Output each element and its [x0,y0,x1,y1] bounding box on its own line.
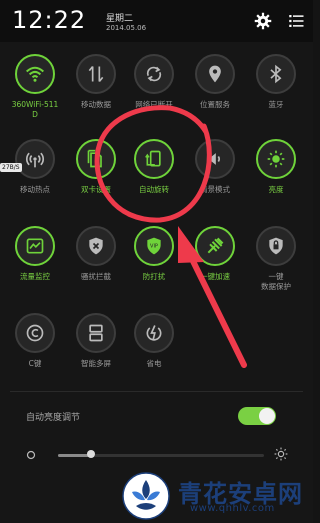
mobile-data-icon [76,54,116,94]
hotspot-icon [15,139,55,179]
toggle-dual-sim[interactable]: 双卡设置 [66,139,126,195]
toggle-multi-screen[interactable]: 智能多屏 [66,313,126,369]
toggle-label: 移动热点 [20,185,50,194]
date-label: 2014.05.06 [106,24,147,32]
toggle-label: 智能多屏 [81,359,111,368]
location-icon [195,54,235,94]
toggle-network[interactable]: 网络已断开 [124,54,184,110]
sound-mode-icon [195,139,235,179]
do-not-disturb-icon: VIP [134,226,174,266]
status-bar: 12:22 星期二 2014.05.06 [0,0,313,42]
auto-rotate-icon [134,139,174,179]
multi-screen-icon [76,313,116,353]
brightness-icon [256,139,296,179]
brightness-low-icon [26,450,36,460]
watermark-url: www.qhhlv.com [190,503,275,514]
toggle-label: 360WiFi-511 D [11,100,59,119]
toggle-label: 移动数据 [81,100,111,109]
toggle-do-not-disturb[interactable]: VIP 防打扰 [124,226,184,282]
toggle-label: 一键 数据保护 [261,272,291,291]
watermark: 青花安卓网 www.qhhlv.com [112,466,313,523]
bluetooth-icon [256,54,296,94]
auto-brightness-label: 自动亮度调节 [26,413,81,423]
toggle-label: 流量监控 [20,272,50,281]
toggle-label: 省电 [146,359,162,368]
toggle-brightness[interactable]: 亮度 [246,139,306,195]
brightness-high-icon [274,447,288,461]
watermark-logo-icon [122,472,170,520]
shield-icon [76,226,116,266]
c-key-icon [15,313,55,353]
list-icon[interactable] [287,12,305,30]
toggle-label: 情景模式 [200,185,230,194]
toggle-label: 自动旋转 [139,185,169,194]
svg-text:VIP: VIP [150,244,158,250]
auto-brightness-switch[interactable] [238,407,276,425]
switch-knob [259,408,275,424]
toggle-label: 防打扰 [142,272,166,281]
toggle-label: 一键加速 [200,272,230,281]
toggle-sound-mode[interactable]: 情景模式 [185,139,245,195]
network-icon [134,54,174,94]
gear-icon[interactable] [254,12,272,30]
weekday-label: 星期二 [106,14,134,24]
toggle-location[interactable]: 位置服务 [185,54,245,110]
toggle-speed-up[interactable]: 一键加速 [185,226,245,282]
divider [10,391,303,392]
toggle-label: 双卡设置 [81,185,111,194]
toggle-label: 骚扰拦截 [81,272,111,281]
toggle-wifi[interactable]: 360WiFi-511 D [5,54,65,120]
wifi-icon [15,54,55,94]
toggle-label: 位置服务 [200,100,230,109]
toggle-harassment-block[interactable]: 骚扰拦截 [66,226,126,282]
clock-time: 12:22 [12,6,87,34]
toggle-auto-rotate[interactable]: 自动旋转 [124,139,184,195]
slider-fill [58,454,91,457]
toggle-c-key[interactable]: C键 [5,313,65,369]
toggle-mobile-data[interactable]: 移动数据 [66,54,126,110]
toggle-label: 亮度 [268,185,284,194]
toggle-power-saving[interactable]: 省电 [124,313,184,369]
toggle-bluetooth[interactable]: 蓝牙 [246,54,306,110]
toggle-data-protect[interactable]: 一键 数据保护 [246,226,306,292]
toggle-label: 网络已断开 [135,100,173,109]
slider-thumb[interactable] [86,450,95,458]
dual-sim-icon [76,139,116,179]
data-protect-icon [256,226,296,266]
toggle-label: C键 [28,359,42,368]
speed-up-icon [195,226,235,266]
toggle-label: 蓝牙 [268,100,284,109]
traffic-monitor-icon [15,226,55,266]
toggle-traffic-monitor[interactable]: 流量监控 [5,226,65,282]
power-saving-icon [134,313,174,353]
network-speed-badge: 27B/S [0,163,22,172]
